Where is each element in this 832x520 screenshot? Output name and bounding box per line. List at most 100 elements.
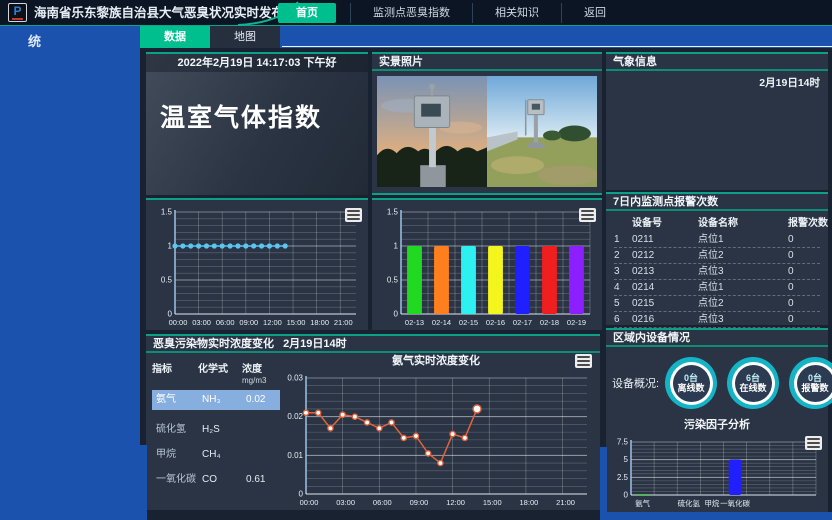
svg-text:15:00: 15:00	[483, 498, 502, 507]
svg-text:0.5: 0.5	[387, 276, 399, 285]
alarm-panel: 7日内监测点报警次数 设备号 设备名称 报警次数 10211点位1020212点…	[606, 192, 828, 325]
alarm-table-row: 40214点位10	[614, 280, 820, 296]
alarm-col-device-id: 设备号	[632, 216, 698, 232]
odor-table-row[interactable]: 氨气NH₃0.02	[152, 390, 280, 410]
svg-text:0.03: 0.03	[287, 374, 303, 383]
nav-item-return[interactable]: 返回	[561, 3, 628, 23]
photos-panel-title: 实景照片	[372, 54, 602, 71]
page-background-gap	[607, 512, 832, 520]
odor-col-value: 浓度	[242, 364, 262, 375]
svg-text:1.5: 1.5	[161, 208, 173, 217]
device-count: 0台	[808, 373, 822, 383]
device-panel: 区域内设备情况 设备概况: 0台离线数6台在线数0台报警数 污染因子分析 氨气硫…	[606, 328, 828, 512]
svg-text:18:00: 18:00	[310, 318, 329, 327]
svg-text:21:00: 21:00	[556, 498, 575, 507]
svg-text:0.01: 0.01	[287, 451, 303, 460]
circle-body: 0台报警数	[797, 365, 832, 402]
app-logo-icon: P	[8, 3, 27, 22]
weather-panel-title: 气象信息	[606, 54, 828, 71]
alarm-col-device-name: 设备名称	[698, 216, 788, 232]
clock-panel: 2022年2月19日 14:17:03 下午好 温室气体指数	[146, 52, 368, 195]
nav-item-knowledge[interactable]: 相关知识	[472, 3, 561, 23]
ammonia-chart-title: 氨气实时浓度变化	[276, 354, 596, 369]
svg-text:02-14: 02-14	[432, 318, 451, 327]
svg-text:18:00: 18:00	[520, 498, 539, 507]
svg-text:1.5: 1.5	[387, 208, 399, 217]
daily-index-bar-chart: 02-1302-1402-1502-1602-1702-1802-1900.51…	[375, 204, 599, 328]
device-count-label: 离线数	[678, 383, 705, 394]
svg-text:0: 0	[394, 310, 399, 319]
online-count-circle: 6台在线数	[727, 357, 779, 409]
dashboard-page: P 海南省乐东黎族自治县大气恶臭状况实时发布系 首页监测点恶臭指数相关知识返回 …	[0, 0, 832, 520]
logo-red-accent	[12, 18, 23, 20]
tab-data[interactable]: 数据	[140, 26, 210, 48]
svg-text:0.02: 0.02	[287, 412, 303, 421]
odor-table-body: 氨气NH₃0.02 硫化氢H₂S 甲烷CH₄ 一氧化碳CO0.61	[152, 390, 280, 490]
alarm-table-row: 20212点位20	[614, 248, 820, 264]
odor-table-row[interactable]: 一氧化碳CO0.61	[152, 470, 280, 490]
tab-underline	[282, 46, 832, 47]
weather-date: 2月19日14时	[759, 75, 820, 90]
tab-map[interactable]: 地图	[210, 26, 280, 48]
svg-text:12:00: 12:00	[446, 498, 465, 507]
offline-count-circle: 0台离线数	[665, 357, 717, 409]
chart-toolbox-icon[interactable]	[345, 208, 362, 222]
device-panel-title: 区域内设备情况	[606, 330, 828, 347]
svg-text:02-17: 02-17	[513, 318, 532, 327]
daily-bar-svg: 02-1302-1402-1502-1602-1702-1802-1900.51…	[375, 204, 599, 328]
odor-col-indicator: 指标	[152, 360, 198, 386]
svg-text:0: 0	[168, 310, 173, 319]
odor-table-header: 指标 化学式 浓度 mg/m3	[152, 360, 280, 386]
alarm-col-count: 报警次数	[788, 216, 828, 232]
svg-text:02-15: 02-15	[459, 318, 478, 327]
chart-toolbox-icon[interactable]	[575, 354, 592, 368]
pollution-bar-svg: 氨气硫化氢甲烷一氧化碳02.557.5	[609, 434, 825, 509]
svg-text:02-16: 02-16	[486, 318, 505, 327]
svg-text:7.5: 7.5	[617, 438, 629, 447]
nav-item-home[interactable]: 首页	[278, 3, 336, 23]
chart-toolbox-icon[interactable]	[579, 208, 596, 222]
ammonia-chart-zone: 氨气实时浓度变化 00:0003:0006:0009:0012:0015:001…	[276, 354, 596, 508]
site-photo-sunset-image[interactable]	[377, 76, 487, 187]
chart-toolbox-icon[interactable]	[805, 436, 822, 450]
pollution-bar-chart: 氨气硫化氢甲烷一氧化碳02.557.5	[609, 434, 825, 509]
datetime-text: 2022年2月19日 14:17:03 下午好	[146, 54, 368, 72]
svg-text:06:00: 06:00	[373, 498, 392, 507]
svg-text:0.5: 0.5	[161, 276, 173, 285]
nav-item-odor-index[interactable]: 监测点恶臭指数	[350, 3, 472, 23]
logo-glyph: P	[9, 4, 26, 18]
device-overview-label: 设备概况:	[612, 375, 659, 391]
svg-text:02-19: 02-19	[567, 318, 586, 327]
odor-panel: 恶臭污染物实时浓度变化 2月19日14时 指标 化学式 浓度 mg/m3 氨气N…	[146, 334, 600, 510]
odor-table-row[interactable]: 硫化氢H₂S	[152, 420, 280, 440]
page-background-gap	[140, 445, 147, 520]
device-count-label: 在线数	[740, 383, 767, 394]
circle-ring: 6台在线数	[732, 362, 775, 405]
alarm-table-row: 60216点位30	[614, 312, 820, 328]
greenhouse-line-svg: 00:0003:0006:0009:0012:0015:0018:0021:00…	[149, 204, 365, 328]
svg-text:03:00: 03:00	[336, 498, 355, 507]
svg-text:1: 1	[394, 242, 399, 251]
tab-bar: 数据地图	[140, 26, 832, 48]
circle-body: 6台在线数	[735, 365, 772, 402]
svg-text:硫化氢: 硫化氢	[678, 498, 701, 508]
photo-row	[377, 76, 597, 187]
odor-table-row[interactable]: 甲烷CH₄	[152, 445, 280, 465]
svg-text:1: 1	[168, 242, 173, 251]
odor-col-formula: 化学式	[198, 360, 242, 386]
svg-text:甲烷: 甲烷	[704, 498, 719, 508]
alarm-table: 设备号 设备名称 报警次数 10211点位1020212点位2030213点位3…	[606, 211, 828, 328]
svg-text:02-13: 02-13	[405, 318, 424, 327]
pollution-chart-title: 污染因子分析	[606, 418, 828, 433]
ammonia-line-svg: 00:0003:0006:0009:0012:0015:0018:0021:00…	[276, 370, 596, 508]
svg-text:2.5: 2.5	[617, 473, 629, 482]
main-nav: 首页监测点恶臭指数相关知识返回	[278, 0, 628, 26]
device-count: 0台	[684, 373, 698, 383]
alarm-panel-title: 7日内监测点报警次数	[606, 194, 828, 211]
alarm-table-row: 50215点位20	[614, 296, 820, 312]
svg-text:12:00: 12:00	[263, 318, 282, 327]
circle-ring: 0台报警数	[794, 362, 832, 405]
odor-table: 指标 化学式 浓度 mg/m3 氨气NH₃0.02 硫化氢H₂S 甲烷CH₄ 一氧化碳…	[152, 360, 280, 490]
site-photo-field-image[interactable]	[487, 76, 597, 187]
sidebar: 统	[0, 26, 140, 520]
